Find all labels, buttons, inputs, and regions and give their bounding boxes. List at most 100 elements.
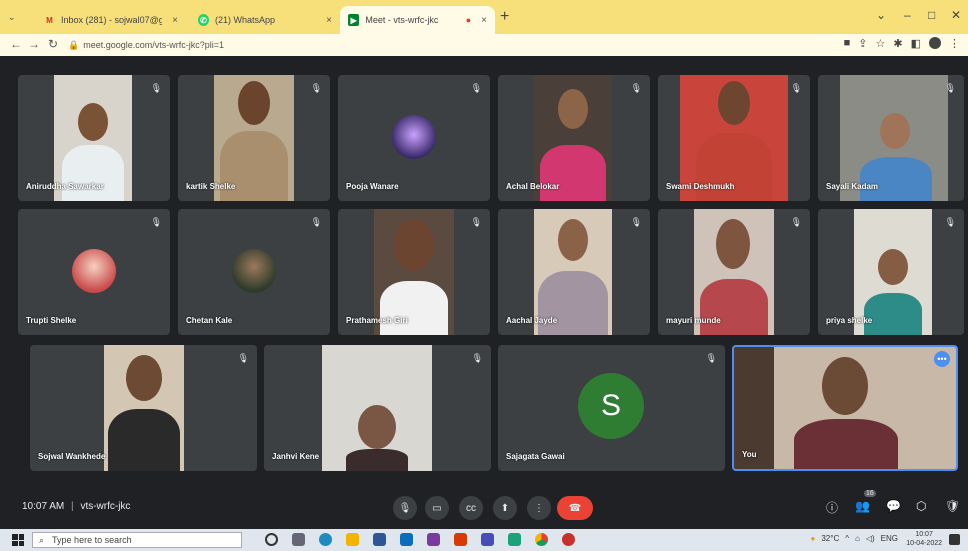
edge-icon[interactable] [319, 533, 332, 546]
whatsapp-icon: ✆ [198, 14, 210, 26]
participant-tile[interactable]: 🎙 Trupti Shelke [18, 209, 170, 335]
task-view-icon[interactable] [292, 533, 305, 546]
people-count-badge: 16 [864, 490, 876, 497]
tab-list-icon[interactable]: ⌄ [876, 8, 886, 22]
chrome-icon[interactable] [535, 533, 548, 546]
mic-off-icon: 🎙 [150, 217, 162, 227]
participant-video [104, 345, 184, 471]
participant-tile[interactable]: 🎙 Sayali Kadam [818, 75, 964, 201]
share-icon[interactable]: ⇪ [858, 37, 867, 50]
close-icon[interactable]: × [481, 15, 487, 26]
mic-off-icon: 🎙 [944, 83, 956, 93]
avatar [72, 249, 116, 293]
participant-tile[interactable]: 🎙 Aachal Jayde [498, 209, 650, 335]
back-icon[interactable]: ← [10, 37, 22, 51]
weather-icon: ● [810, 534, 816, 543]
more-options-icon[interactable]: ••• [934, 351, 950, 367]
participant-tile[interactable]: 🎙 Prathamesh Giri [338, 209, 490, 335]
lock-icon: 🔒 [68, 39, 80, 50]
mic-off-icon: 🎙 [237, 353, 249, 363]
close-window-button[interactable]: ✕ [951, 8, 961, 22]
chat-app-icon[interactable] [481, 533, 494, 546]
system-tray: ● 32°C ^ ⌂ ◁) ENG [810, 534, 899, 543]
taskbar-apps [265, 533, 575, 546]
participant-tile[interactable]: 🎙 Sojwal Wankhede [30, 345, 257, 471]
host-controls-icon[interactable]: 🛡 [945, 499, 960, 513]
office-icon[interactable] [454, 533, 467, 546]
info-icon[interactable]: ⓘ [826, 499, 838, 516]
sidepanel-icon[interactable]: ◧ [911, 37, 921, 50]
participant-tile[interactable]: 🎙 kartik Shelke [178, 75, 330, 201]
close-icon[interactable]: × [172, 15, 178, 26]
network-icon[interactable]: ⌂ [855, 534, 860, 543]
store-icon[interactable] [373, 533, 386, 546]
mic-off-icon: 🎙 [471, 353, 483, 363]
gmail-icon: M [46, 15, 53, 25]
recording-dot-icon: ● [465, 15, 472, 25]
browser-tab-strip: ⌄ M Inbox (281) - sojwal07@gmail × ✆ (21… [0, 0, 968, 34]
media-icon[interactable] [508, 533, 521, 546]
participant-tile[interactable]: 🎙 Pooja Wanare [338, 75, 490, 201]
camera-toggle-button[interactable]: ▭ [425, 496, 449, 520]
participant-tile[interactable]: 🎙 priya shelke [818, 209, 964, 335]
forward-icon[interactable]: → [28, 37, 40, 51]
participant-video [322, 345, 432, 471]
new-tab-button[interactable]: + [500, 8, 509, 26]
participant-tile[interactable]: 🎙 mayuri munde [658, 209, 810, 335]
close-icon[interactable]: × [326, 15, 332, 26]
file-explorer-icon[interactable] [346, 533, 359, 546]
windows-taskbar: ⌕ Type here to search ● 32°C ^ ⌂ ◁) ENG … [0, 529, 968, 551]
avatar [392, 115, 436, 159]
mail-icon[interactable] [400, 533, 413, 546]
app-icon[interactable] [562, 533, 575, 546]
clock[interactable]: 10:07 10-04-2022 [906, 530, 942, 548]
minimize-button[interactable]: – [904, 8, 911, 22]
menu-icon[interactable]: ⋮ [949, 37, 960, 50]
mic-off-icon: 🎙 [790, 217, 802, 227]
url-field[interactable]: 🔒 meet.google.com/vts-wrfc-jkc?pli=1 [68, 37, 224, 53]
cortana-icon[interactable] [265, 533, 278, 546]
present-button[interactable]: ⬆ [493, 496, 517, 520]
people-icon[interactable]: 👥 [855, 499, 870, 513]
tab-gmail[interactable]: M Inbox (281) - sojwal07@gmail × [36, 6, 186, 34]
meeting-info: 10:07 AM | vts-wrfc-jkc [22, 501, 131, 512]
end-call-button[interactable]: ☎ [557, 496, 593, 520]
mic-off-icon: 🎙 [630, 217, 642, 227]
more-options-button[interactable]: ⋮ [527, 496, 551, 520]
reload-icon[interactable]: ↻ [48, 37, 58, 51]
participant-tile[interactable]: 🎙 Swami Deshmukh [658, 75, 810, 201]
mic-off-icon: 🎙 [310, 83, 322, 93]
address-bar: ← → ↻ 🔒 meet.google.com/vts-wrfc-jkc?pli… [0, 34, 968, 56]
mic-off-icon: 🎙 [310, 217, 322, 227]
extensions-icon[interactable]: ✱ [893, 37, 902, 50]
mic-off-icon: 🎙 [705, 353, 717, 363]
mic-off-icon: 🎙 [790, 83, 802, 93]
tray-arrow-icon[interactable]: ^ [845, 534, 849, 543]
participant-tile[interactable]: 🎙 Achal Belokar [498, 75, 650, 201]
bookmark-star-icon[interactable]: ☆ [876, 37, 886, 50]
tab-meet[interactable]: ▶ Meet - vts-wrfc-jkc ● × [340, 6, 495, 34]
sigma-icon[interactable] [427, 533, 440, 546]
participant-tile[interactable]: 🎙 Aniruddha Sawarkar [18, 75, 170, 201]
activities-icon[interactable]: ⬡ [916, 499, 926, 513]
profile-avatar[interactable] [929, 37, 941, 49]
camera-icon[interactable]: ■ [844, 37, 851, 50]
captions-button[interactable]: cc [459, 496, 483, 520]
mic-off-icon: 🎙 [150, 83, 162, 93]
volume-icon[interactable]: ◁) [866, 534, 875, 543]
participant-tile[interactable]: 🎙 Chetan Kale [178, 209, 330, 335]
taskbar-search[interactable]: ⌕ Type here to search [32, 532, 242, 548]
tab-whatsapp[interactable]: ✆ (21) WhatsApp × [190, 6, 340, 34]
participant-tile[interactable]: 🎙 Janhvi Kene [264, 345, 491, 471]
participant-tile[interactable]: S 🎙 Sajagata Gawai [498, 345, 725, 471]
mic-toggle-button[interactable]: 🎙 [393, 496, 417, 520]
maximize-button[interactable]: □ [928, 8, 935, 22]
mic-off-icon: 🎙 [630, 83, 642, 93]
tab-search-icon[interactable]: ⌄ [8, 12, 16, 23]
search-icon: ⌕ [39, 534, 45, 545]
chat-icon[interactable]: 💬 [886, 499, 901, 513]
notifications-icon[interactable] [949, 534, 960, 545]
participant-video [734, 347, 956, 469]
self-tile[interactable]: ••• You [732, 345, 958, 471]
windows-start-icon[interactable] [12, 534, 24, 546]
